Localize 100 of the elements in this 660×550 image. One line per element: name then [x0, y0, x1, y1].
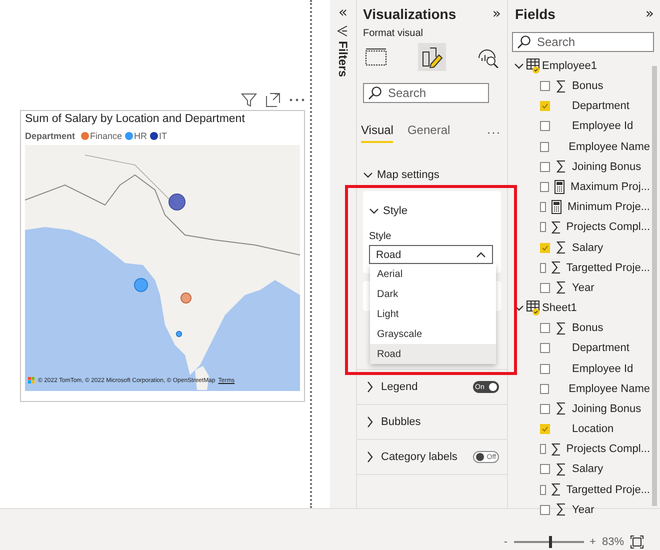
sigma-icon	[556, 160, 566, 174]
checkbox[interactable]	[540, 282, 550, 293]
field-name[interactable]: Maximum Proj...	[570, 181, 650, 194]
section-header[interactable]: Map settings	[377, 169, 440, 181]
checkbox[interactable]	[540, 424, 550, 434]
checkbox[interactable]	[540, 262, 546, 273]
section-header[interactable]: Bubbles	[381, 416, 421, 428]
logo-icon	[28, 377, 35, 384]
checkbox[interactable]	[540, 81, 550, 92]
dropdown-option[interactable]: Dark	[370, 284, 496, 304]
field-name[interactable]: Salary	[572, 463, 604, 476]
tab[interactable]: Visual	[361, 123, 394, 143]
chevron-icon[interactable]	[365, 451, 375, 463]
search-icon	[517, 35, 531, 49]
checkbox[interactable]	[540, 404, 550, 414]
zoom-in-button[interactable]: +	[590, 536, 596, 548]
checkbox[interactable]	[540, 364, 550, 374]
card-header[interactable]: Style	[383, 205, 408, 217]
legend-title: Department	[25, 131, 76, 141]
pane-title: Visualizations	[363, 6, 456, 22]
table-name[interactable]: Sheet1	[542, 302, 577, 314]
search-icon	[368, 86, 382, 100]
style-dropdown[interactable]: Road	[369, 245, 493, 264]
focus-mode-icon[interactable]	[265, 92, 281, 108]
table-name[interactable]: Employee1	[542, 60, 598, 72]
field-name[interactable]: Bonus	[572, 80, 604, 92]
field-name[interactable]: Year	[572, 504, 594, 516]
zoom-out-button[interactable]: -	[504, 536, 508, 548]
chevron-icon[interactable]	[365, 416, 375, 428]
section-header[interactable]: Legend	[381, 381, 418, 393]
dropdown-option[interactable]: Aerial	[370, 264, 496, 284]
sigma-icon	[551, 483, 562, 496]
chart-title: Sum of Salary by Location and Department	[25, 113, 246, 125]
search-field[interactable]: Search	[512, 32, 654, 52]
check-icon	[541, 244, 549, 252]
more-options-button[interactable]: ···	[487, 127, 501, 139]
search-field[interactable]: Search	[363, 83, 489, 103]
sigma-icon	[551, 442, 562, 456]
checkbox[interactable]	[540, 504, 550, 515]
pane-title: Fields	[515, 6, 556, 22]
filter-icon[interactable]	[241, 92, 257, 108]
checkbox[interactable]	[540, 464, 550, 474]
field-name[interactable]: Minimum Proje...	[567, 201, 650, 214]
dropdown-option[interactable]: Grayscale	[370, 324, 496, 344]
fit-to-page-icon[interactable]	[630, 535, 644, 549]
checkbox[interactable]	[540, 343, 550, 354]
sigma-icon	[556, 322, 566, 335]
field-name[interactable]: Department	[572, 342, 630, 354]
field-name[interactable]: Employee Id	[572, 120, 634, 132]
filter-icon	[337, 25, 349, 37]
sigma-icon	[556, 241, 566, 254]
field-name[interactable]: Projects Compl...	[566, 443, 650, 456]
table-icon	[526, 300, 540, 316]
field-name[interactable]: Employee Id	[572, 362, 634, 375]
calculator-icon	[551, 200, 562, 214]
filters-label[interactable]: Filters	[337, 41, 349, 78]
sigma-icon	[556, 80, 566, 93]
field-name[interactable]: Salary	[572, 242, 604, 254]
checkbox[interactable]	[540, 142, 549, 152]
checkbox[interactable]	[540, 182, 550, 192]
chevron-icon[interactable]	[365, 381, 375, 393]
sigma-icon	[551, 261, 562, 274]
expand-button[interactable]: »	[492, 6, 501, 22]
field-name[interactable]: Targetted Proje...	[566, 484, 650, 496]
scrollbar[interactable]	[652, 66, 657, 506]
checkbox[interactable]	[540, 222, 546, 232]
checkbox[interactable]	[540, 323, 550, 334]
slider-thumb[interactable]	[548, 536, 552, 548]
zoom-level: 83%	[602, 536, 624, 548]
field-name[interactable]: Projects Compl...	[566, 221, 650, 234]
expand-button[interactable]: »	[645, 6, 654, 22]
field-name[interactable]: Joining Bonus	[572, 402, 642, 415]
build-visual-icon[interactable]	[365, 48, 387, 66]
checkbox[interactable]	[540, 444, 546, 454]
checkbox[interactable]	[540, 162, 550, 172]
field-name[interactable]: Employee Name	[568, 140, 650, 153]
checkbox[interactable]	[540, 121, 550, 132]
field-name[interactable]: Employee Name	[568, 382, 650, 395]
field-name[interactable]: Year	[572, 282, 594, 294]
field-name[interactable]: Joining Bonus	[572, 160, 642, 173]
checkbox[interactable]	[540, 101, 550, 112]
sigma-icon	[556, 402, 566, 416]
checkbox[interactable]	[540, 202, 546, 212]
check-icon	[541, 102, 549, 110]
checkbox[interactable]	[540, 484, 546, 495]
dropdown-option[interactable]: Light	[370, 304, 496, 324]
tab[interactable]: General	[407, 123, 450, 143]
field-name[interactable]: Location	[572, 423, 614, 436]
field-name[interactable]: Bonus	[572, 322, 604, 334]
checkbox[interactable]	[540, 242, 550, 253]
checkbox[interactable]	[540, 384, 549, 394]
sigma-icon	[556, 462, 566, 476]
section-header[interactable]: Category labels	[381, 451, 458, 463]
dropdown-option[interactable]: Road	[370, 344, 496, 364]
table-icon	[526, 58, 540, 74]
field-name[interactable]: Department	[572, 100, 630, 112]
sigma-icon	[556, 503, 566, 516]
legend-label: Finance	[90, 131, 122, 141]
field-name[interactable]: Targetted Proje...	[566, 262, 650, 274]
collapse-button[interactable]: «	[338, 3, 348, 21]
